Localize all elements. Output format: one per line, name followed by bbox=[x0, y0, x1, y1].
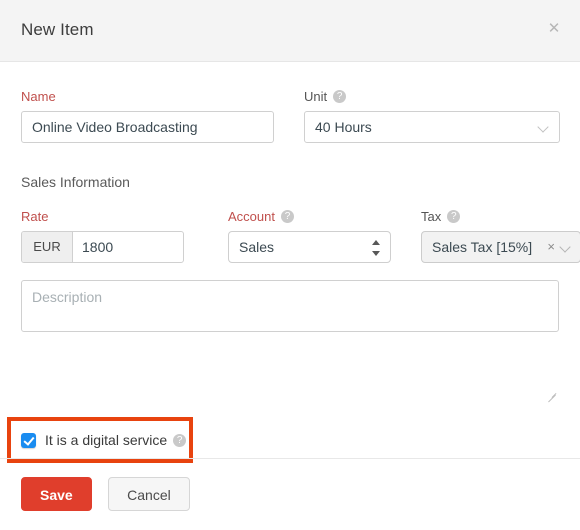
page-title: New Item bbox=[21, 20, 94, 39]
tax-select[interactable]: Sales Tax [15%] × bbox=[421, 231, 580, 263]
chevron-down-icon bbox=[539, 123, 549, 133]
unit-select-value: 40 Hours bbox=[315, 119, 372, 135]
dialog-footer: Save Cancel bbox=[0, 458, 580, 530]
digital-service-checkbox[interactable] bbox=[21, 432, 36, 448]
tax-select-value: Sales Tax [15%] bbox=[432, 239, 533, 255]
help-icon[interactable]: ? bbox=[280, 209, 294, 223]
name-label: Name bbox=[21, 88, 56, 104]
dialog-body: Name Unit ? 40 Hours Sales Information R… bbox=[0, 62, 580, 463]
clear-icon[interactable]: × bbox=[547, 232, 555, 262]
sales-information-heading: Sales Information bbox=[21, 174, 130, 190]
select-arrows-icon bbox=[372, 240, 381, 256]
account-label-text: Account bbox=[228, 208, 275, 224]
field-unit: Unit ? 40 Hours bbox=[304, 88, 560, 143]
tax-label-text: Tax bbox=[421, 208, 442, 224]
field-rate: Rate EUR bbox=[21, 208, 184, 263]
field-name: Name bbox=[21, 88, 274, 143]
dialog-header: New Item ✕ bbox=[0, 0, 580, 62]
row-rate-account-tax: Rate EUR Account ? Sales bbox=[21, 208, 580, 263]
field-description bbox=[21, 280, 559, 337]
chevron-down-icon bbox=[561, 243, 571, 253]
tax-label: Tax ? bbox=[421, 208, 580, 224]
description-textarea[interactable] bbox=[21, 280, 559, 332]
rate-input-group: EUR bbox=[21, 231, 184, 263]
help-icon[interactable]: ? bbox=[173, 433, 187, 447]
new-item-dialog: New Item ✕ Name Unit ? 40 Hours Sal bbox=[0, 0, 580, 530]
account-label: Account ? bbox=[228, 208, 391, 224]
account-select-value: Sales bbox=[239, 239, 275, 255]
digital-service-label[interactable]: It is a digital service bbox=[45, 432, 167, 448]
rate-label: Rate bbox=[21, 208, 49, 224]
resize-handle-icon[interactable] bbox=[548, 391, 557, 400]
name-input[interactable] bbox=[21, 111, 274, 143]
digital-service-row[interactable]: It is a digital service ? bbox=[21, 430, 187, 450]
unit-select[interactable]: 40 Hours bbox=[304, 111, 560, 143]
field-account: Account ? Sales bbox=[228, 208, 391, 263]
row-name-unit: Name Unit ? 40 Hours bbox=[21, 62, 560, 143]
help-icon[interactable]: ? bbox=[333, 89, 347, 103]
help-icon[interactable]: ? bbox=[447, 209, 461, 223]
account-select[interactable]: Sales bbox=[228, 231, 391, 263]
currency-prefix: EUR bbox=[22, 232, 73, 262]
unit-label: Unit ? bbox=[304, 88, 560, 104]
cancel-button[interactable]: Cancel bbox=[108, 477, 190, 511]
close-icon[interactable]: ✕ bbox=[545, 20, 563, 38]
unit-label-text: Unit bbox=[304, 88, 328, 104]
save-button[interactable]: Save bbox=[21, 477, 92, 511]
rate-input[interactable] bbox=[73, 232, 183, 262]
field-tax: Tax ? Sales Tax [15%] × bbox=[421, 208, 580, 263]
